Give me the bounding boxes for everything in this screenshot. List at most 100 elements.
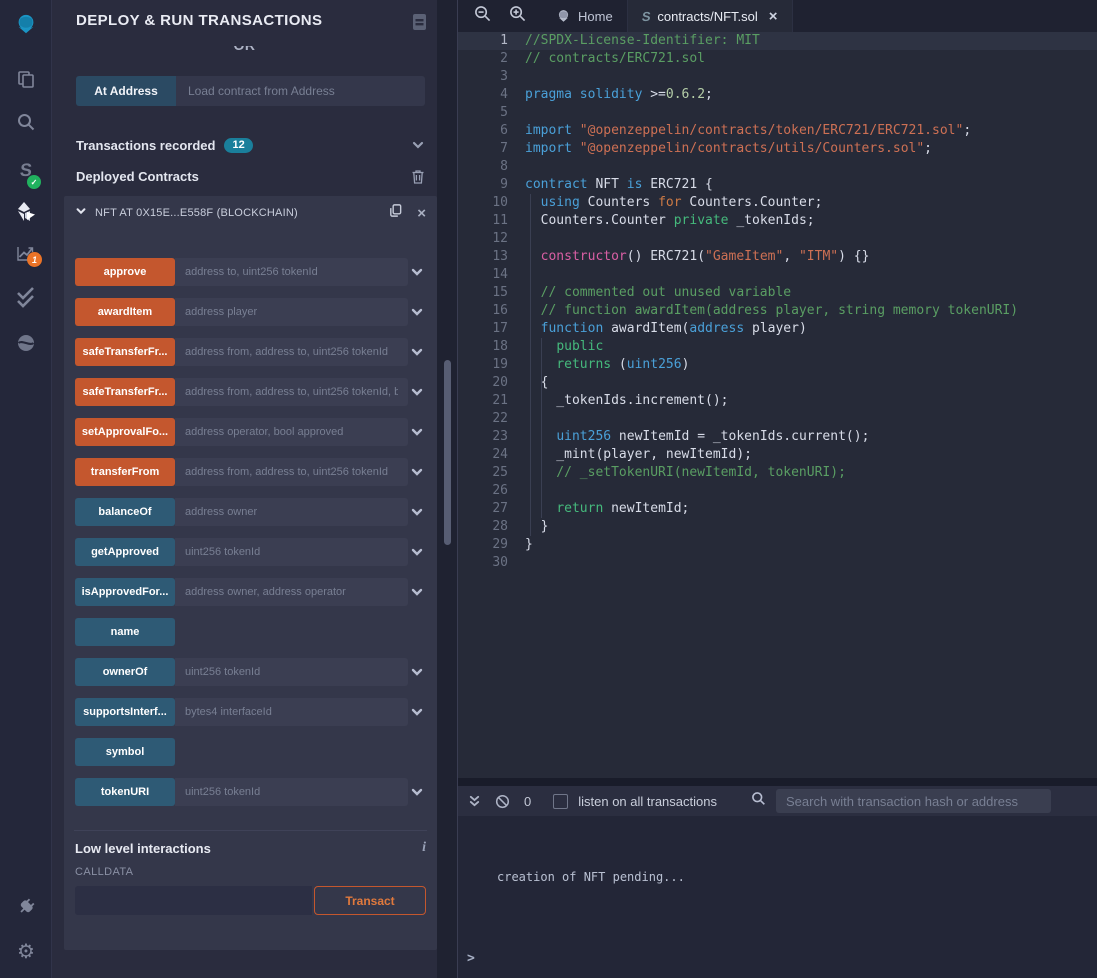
chevron-down-icon[interactable]	[408, 585, 426, 599]
contract-instance-title: NFT AT 0X15E...E558F (BLOCKCHAIN)	[95, 207, 298, 219]
terminal-toolbar: 0 listen on all transactions	[458, 786, 1097, 816]
function-args-input[interactable]	[175, 258, 408, 286]
divider	[74, 830, 427, 831]
transact-button[interactable]: Transact	[314, 886, 426, 915]
at-address-button[interactable]: At Address	[76, 76, 176, 106]
terminal-search-input[interactable]	[776, 789, 1051, 813]
scrollbar-thumb[interactable]	[444, 360, 451, 545]
function-args-input[interactable]	[175, 298, 408, 326]
transactions-recorded-row[interactable]: Transactions recorded 12	[76, 134, 425, 156]
function-args-input[interactable]	[175, 418, 408, 446]
editor: Home S contracts/NFT.sol × 1//SPDX-Licen…	[458, 0, 1097, 778]
function-button[interactable]: transferFrom	[75, 458, 175, 486]
function-row: ownerOf	[75, 658, 426, 686]
code-line: 13 constructor() ERC721("GameItem", "ITM…	[458, 248, 1097, 266]
function-args-input[interactable]	[175, 458, 408, 486]
function-args-input[interactable]	[175, 538, 408, 566]
function-button[interactable]: isApprovedFor...	[75, 578, 175, 606]
code-line: 27 return newItemId;	[458, 500, 1097, 518]
zoom-in-icon[interactable]	[509, 5, 526, 27]
chevron-down-icon[interactable]	[408, 705, 426, 719]
indent-guide	[541, 338, 542, 518]
at-address-group: At Address	[76, 76, 425, 106]
function-button[interactable]: ownerOf	[75, 658, 175, 686]
code-line: 24 _mint(player, newItemId);	[458, 446, 1097, 464]
documentation-book-icon[interactable]	[411, 13, 428, 36]
code-line: 11 Counters.Counter private _tokenIds;	[458, 212, 1097, 230]
chevron-down-icon[interactable]	[408, 425, 426, 439]
code-line: 20 {	[458, 374, 1097, 392]
clear-console-icon[interactable]	[495, 794, 510, 809]
plugin-manager-icon[interactable]	[14, 895, 38, 919]
function-button[interactable]: symbol	[75, 738, 175, 766]
function-row: getApproved	[75, 538, 426, 566]
low-level-interactions-title: Low level interactions	[75, 841, 211, 856]
function-args-input[interactable]	[175, 498, 408, 526]
chevron-down-icon[interactable]	[408, 305, 426, 319]
panel-scroll-gutter	[437, 0, 458, 978]
function-button[interactable]: safeTransferFr...	[75, 338, 175, 366]
code-line: 16 // function awardItem(address player,…	[458, 302, 1097, 320]
chevron-down-icon[interactable]	[408, 785, 426, 799]
chevron-down-icon[interactable]	[408, 465, 426, 479]
code-line: 17 function awardItem(address player)	[458, 320, 1097, 338]
zoom-out-icon[interactable]	[474, 5, 491, 27]
chevron-down-icon[interactable]	[408, 545, 426, 559]
function-row: tokenURI	[75, 778, 426, 806]
close-icon[interactable]: ×	[417, 205, 426, 222]
terminal-resize-handle[interactable]	[458, 778, 1097, 786]
close-tab-icon[interactable]: ×	[769, 8, 778, 25]
function-args-input[interactable]	[175, 698, 408, 726]
function-args-input[interactable]	[175, 778, 408, 806]
plugin-sphere-icon[interactable]	[14, 331, 38, 355]
calldata-input[interactable]	[75, 886, 312, 915]
function-button[interactable]: supportsInterf...	[75, 698, 175, 726]
deploy-and-run-icon[interactable]	[14, 200, 38, 224]
deploy-run-panel: DEPLOY & RUN TRANSACTIONS OR At Address …	[52, 0, 437, 978]
function-args-input[interactable]	[175, 378, 408, 406]
trash-icon[interactable]	[411, 169, 425, 184]
at-address-input[interactable]	[176, 76, 425, 106]
function-button[interactable]: safeTransferFr...	[75, 378, 175, 406]
chevron-down-icon[interactable]	[75, 204, 87, 222]
function-args-input[interactable]	[175, 338, 408, 366]
chevron-down-icon[interactable]	[408, 665, 426, 679]
deployed-contracts-label: Deployed Contracts	[76, 169, 199, 184]
settings-gear-icon[interactable]: ⚙	[14, 939, 38, 963]
chevron-down-icon[interactable]	[408, 265, 426, 279]
editor-tabbar: Home S contracts/NFT.sol ×	[458, 0, 1097, 32]
function-button[interactable]: getApproved	[75, 538, 175, 566]
info-icon[interactable]: i	[422, 840, 426, 856]
chevron-down-icon[interactable]	[408, 505, 426, 519]
function-button[interactable]: approve	[75, 258, 175, 286]
tab-home[interactable]: Home	[542, 0, 628, 32]
chevron-down-icon[interactable]	[408, 345, 426, 359]
remix-ide-window: S ✓ 1	[0, 0, 1097, 978]
remix-logo-icon[interactable]	[14, 13, 38, 37]
expand-terminal-icon[interactable]	[468, 794, 481, 808]
function-args-input[interactable]	[175, 578, 408, 606]
terminal-content[interactable]: creation of NFT pending... >	[458, 816, 1097, 978]
code-line: 8	[458, 158, 1097, 176]
file-explorer-icon[interactable]	[14, 67, 38, 91]
copy-icon[interactable]	[388, 203, 403, 223]
unit-testing-icon[interactable]	[14, 285, 38, 309]
function-button[interactable]: setApprovalFo...	[75, 418, 175, 446]
code-editor[interactable]: 1//SPDX-License-Identifier: MIT2// contr…	[458, 32, 1097, 778]
function-button[interactable]: balanceOf	[75, 498, 175, 526]
function-button[interactable]: awardItem	[75, 298, 175, 326]
code-line: 7import "@openzeppelin/contracts/utils/C…	[458, 140, 1097, 158]
function-button[interactable]: tokenURI	[75, 778, 175, 806]
code-line: 22	[458, 410, 1097, 428]
code-line: 30	[458, 554, 1097, 572]
function-button[interactable]: name	[75, 618, 175, 646]
chevron-down-icon[interactable]	[411, 138, 425, 152]
code-line: 4pragma solidity >=0.6.2;	[458, 86, 1097, 104]
terminal-prompt: >	[467, 951, 475, 966]
listen-all-transactions-checkbox[interactable]	[553, 794, 568, 809]
function-args-input[interactable]	[175, 658, 408, 686]
code-line: 10 using Counters for Counters.Counter;	[458, 194, 1097, 212]
tab-contracts-nft-sol[interactable]: S contracts/NFT.sol ×	[628, 0, 793, 32]
search-icon[interactable]	[14, 110, 38, 134]
chevron-down-icon[interactable]	[408, 385, 426, 399]
